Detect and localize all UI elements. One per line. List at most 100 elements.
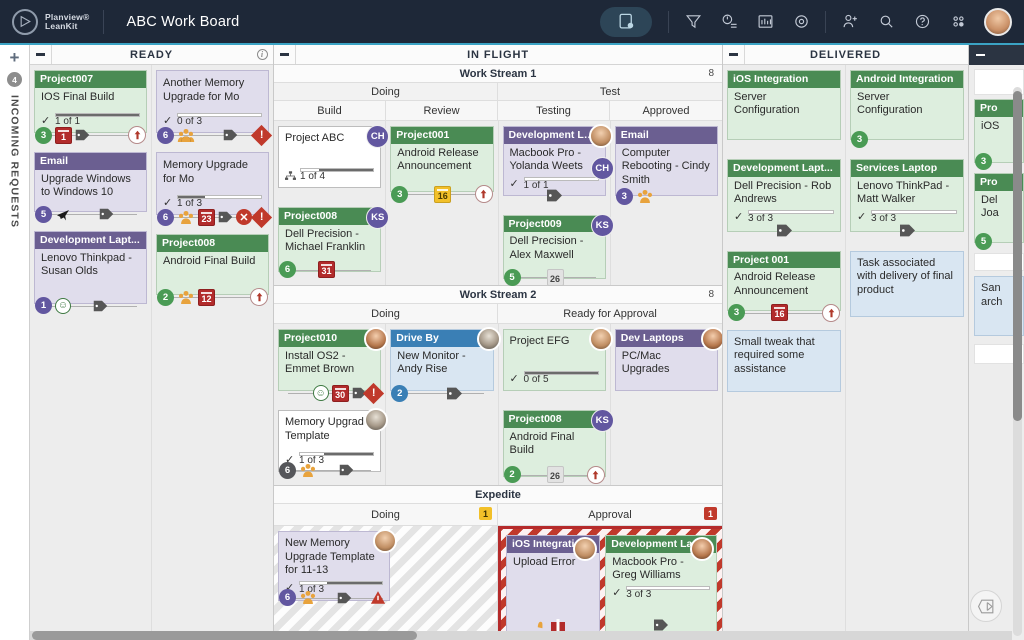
card-ios-integration-expedite[interactable]: iOS Integration Upload Error — [506, 535, 600, 637]
card-project008-build[interactable]: KS Project008 Dell Precision - Michael F… — [278, 207, 381, 272]
collapse-ready-button[interactable] — [30, 45, 52, 64]
search-icon[interactable] — [871, 7, 901, 37]
card-project007[interactable]: Project007 IOS Final Build ✓ 1 of 1 — [34, 70, 147, 133]
board-view-icon[interactable] — [600, 7, 652, 37]
card-ios-integration[interactable]: iOS Integration Server Configuration — [727, 70, 841, 140]
card-email-approved[interactable]: Email Computer Rebooting - Cindy Smith 3 — [615, 126, 718, 196]
swimlane-label: Work Stream 1 — [460, 68, 537, 80]
card-progress: ✓ 1 of 3 — [279, 451, 380, 471]
dropzone-ws2-doing-left[interactable]: Project010 Install OS2 - Emmet Brown ☺ 3… — [274, 324, 386, 485]
lane-expedite-approval[interactable]: Approval 1 — [498, 504, 722, 525]
dropzone-approved[interactable]: Email Computer Rebooting - Cindy Smith 3 — [611, 121, 722, 285]
partial-header — [969, 45, 1024, 65]
add-user-icon[interactable] — [835, 7, 865, 37]
card-project-001-delivered[interactable]: Project 001 Android Release Announcement… — [727, 251, 841, 311]
card-dev-laptops[interactable]: Dev Laptops PC/Mac Upgrades — [615, 329, 718, 391]
card-new-memory-upgrade-template[interactable]: New Memory Upgrade Template for 11-13 ✓ … — [278, 531, 390, 601]
card-header: Project 001 — [728, 252, 840, 269]
lane-testing[interactable]: Testing — [498, 101, 610, 120]
card-drive-by[interactable]: Drive By New Monitor - Andy Rise 2 — [390, 329, 493, 391]
collapse-delivered-button[interactable] — [723, 45, 745, 64]
card-email-upgrade[interactable]: Email Upgrade Windows to Windows 10 5 — [34, 152, 147, 212]
card-project010[interactable]: Project010 Install OS2 - Emmet Brown ☺ 3… — [278, 329, 381, 391]
lane-build[interactable]: Build — [274, 101, 386, 120]
filter-icon[interactable] — [678, 7, 708, 37]
card-development-laptop-expedite[interactable]: Development Lapt... Macbook Pro - Greg W… — [605, 535, 717, 637]
card-development-laptop-delivered[interactable]: Development Lapt... Dell Precision - Rob… — [727, 159, 841, 232]
card-task-associated[interactable]: Task associated with delivery of final p… — [850, 251, 964, 317]
card-another-memory-upgrade[interactable]: Another Memory Upgrade for Mo ✓ 0 of 3 6 — [156, 70, 269, 133]
dropzone-ws2-approval-right[interactable]: Dev Laptops PC/Mac Upgrades — [611, 324, 722, 485]
lane-doing[interactable]: Doing — [274, 304, 498, 323]
card-development-laptop[interactable]: Development Lapt... Lenovo Thinkpad - Su… — [34, 231, 147, 304]
vertical-scrollbar-thumb[interactable] — [1013, 91, 1022, 421]
collapse-in-flight-button[interactable] — [274, 45, 296, 64]
progress-text: 0 of 3 — [177, 116, 262, 127]
check-icon: ✓ — [163, 114, 173, 127]
timer-icon[interactable] — [714, 7, 744, 37]
swimlane-count: 8 — [708, 289, 714, 300]
lane-ready-for-approval[interactable]: Ready for Approval — [498, 304, 722, 323]
card-header: Project007 — [35, 71, 146, 88]
delivered-dropzone-left[interactable]: iOS Integration Server Configuration Dev… — [723, 65, 846, 640]
help-icon[interactable] — [907, 7, 937, 37]
delivered-dropzone-right[interactable]: Android Integration Server Configuration… — [846, 65, 968, 640]
card-project009[interactable]: KS Project009 Dell Precision - Alex Maxw… — [503, 215, 606, 280]
dropzone-testing[interactable]: CH Development Lapt... Macbook Pro - Yol… — [499, 121, 611, 285]
group-test[interactable]: Test — [498, 83, 722, 100]
add-card-button[interactable]: + — [10, 51, 20, 65]
lane-review[interactable]: Review — [386, 101, 498, 120]
dropzone-ws2-approval-left[interactable]: Project EFG ✓ 0 of 5 — [499, 324, 611, 485]
card-header: Services Laptop — [851, 160, 963, 177]
card-project008-ready[interactable]: Project008 Android Final Build 2 12 — [156, 234, 269, 295]
card-project008-approval[interactable]: KS Project008 Android Final Build 2 26 — [503, 410, 606, 477]
card-title: Android Final Build — [157, 252, 268, 271]
lane-expedite-doing[interactable]: Doing 1 — [274, 504, 498, 525]
card-services-laptop[interactable]: Services Laptop Lenovo ThinkPad - Matt W… — [850, 159, 964, 232]
card-development-laptop-testing[interactable]: CH Development Lapt... Macbook Pro - Yol… — [503, 126, 606, 196]
card-memory-upgrade-mo[interactable]: Memory Upgrade for Mo ✓ 1 of 3 6 — [156, 152, 269, 215]
ready-dropzone-right[interactable]: Another Memory Upgrade for Mo ✓ 0 of 3 6 — [152, 65, 273, 640]
dropzone-expedite-doing[interactable]: New Memory Upgrade Template for 11-13 ✓ … — [274, 526, 498, 640]
group-doing[interactable]: Doing — [274, 83, 498, 100]
avatar — [589, 124, 613, 148]
card-title: Server Configuration — [851, 88, 963, 120]
play-button[interactable] — [970, 590, 1002, 622]
card-progress: ✓ 1 of 3 — [157, 194, 268, 214]
collapse-partial-button[interactable] — [969, 46, 991, 65]
card-header: iOS Integration — [728, 71, 840, 88]
analytics-icon[interactable] — [750, 7, 780, 37]
card-title: New Monitor - Andy Rise — [391, 347, 492, 379]
incoming-requests-rail[interactable]: + 4 INCOMING REQUESTS — [0, 45, 30, 640]
card-android-integration[interactable]: Android Integration Server Configuration… — [850, 70, 964, 140]
progress-text: 1 of 3 — [299, 455, 374, 466]
dropzone-build[interactable]: CH Project ABC — [274, 121, 386, 285]
lane-approved[interactable]: Approved — [610, 101, 722, 120]
card-header: Development Lapt... — [35, 232, 146, 249]
horizontal-scrollbar-thumb[interactable] — [32, 631, 417, 640]
dropzone-ws2-doing-right[interactable]: Drive By New Monitor - Andy Rise 2 — [386, 324, 498, 485]
ready-dropzone-left[interactable]: Project007 IOS Final Build ✓ 1 of 1 — [30, 65, 152, 640]
card-project-efg[interactable]: Project EFG ✓ 0 of 5 — [503, 329, 606, 391]
card-title: PC/Mac Upgrades — [616, 347, 717, 379]
card-memory-upgrade-template[interactable]: Memory Upgrade Template ✓ 1 of 3 — [278, 410, 381, 472]
check-icon: ✓ — [612, 586, 622, 599]
card-title: Computer Rebooting - Cindy Smith — [616, 144, 717, 190]
card-title: Dell Precision - Alex Maxwell — [504, 232, 605, 264]
card-project001[interactable]: Project001 Android Release Announcement … — [390, 126, 493, 192]
brand-logo[interactable]: Planview® LeanKit — [0, 9, 103, 35]
avatar — [701, 327, 722, 351]
dropzone-review[interactable]: Project001 Android Release Announcement … — [386, 121, 498, 285]
dropzone-expedite-approval[interactable]: iOS Integration Upload Error — [498, 526, 722, 640]
brand-line-2: LeanKit — [45, 22, 89, 31]
avatar[interactable] — [984, 8, 1012, 36]
card-title: Lenovo ThinkPad - Matt Walker — [851, 177, 963, 209]
apps-grid-icon[interactable] — [943, 7, 973, 37]
target-icon[interactable] — [786, 7, 816, 37]
lane-label: Doing — [371, 509, 400, 521]
card-project-abc[interactable]: CH Project ABC — [278, 126, 381, 188]
column-in-flight: IN FLIGHT Work Stream 1 8 Doing Test — [274, 45, 723, 640]
progress-text: 1 of 1 — [55, 116, 140, 127]
ready-info-icon[interactable]: i — [251, 49, 273, 60]
card-small-tweak[interactable]: Small tweak that required some assistanc… — [727, 330, 841, 392]
